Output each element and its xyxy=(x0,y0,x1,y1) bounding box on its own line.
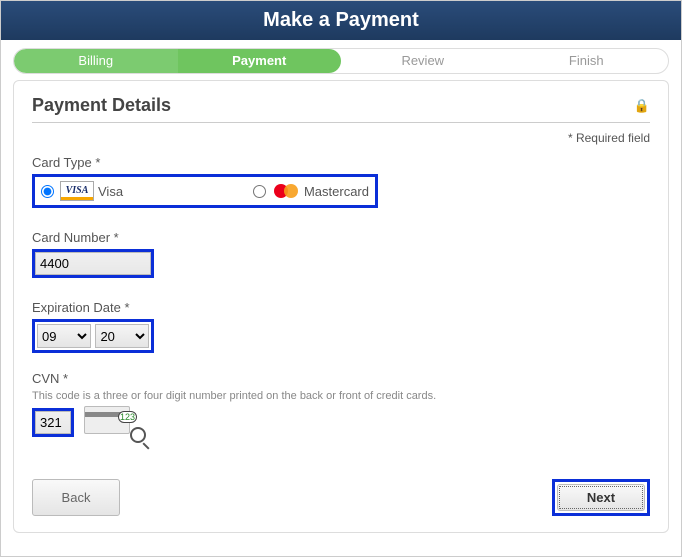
section-title: Payment Details xyxy=(32,95,171,116)
visa-label: Visa xyxy=(98,184,123,199)
back-button[interactable]: Back xyxy=(32,479,120,516)
expiration-date-label: Expiration Date * xyxy=(32,300,650,315)
progress-bar: Billing Payment Review Finish xyxy=(1,40,681,80)
card-type-label: Card Type * xyxy=(32,155,650,170)
cvn-input[interactable] xyxy=(35,411,71,434)
step-finish: Finish xyxy=(505,49,669,73)
expiration-month-select[interactable]: 09 xyxy=(37,324,91,348)
payment-details-card: Payment Details 🔒 * Required field Card … xyxy=(13,80,669,533)
mastercard-logo-icon xyxy=(272,182,300,200)
next-button[interactable]: Next xyxy=(557,484,645,511)
step-review: Review xyxy=(341,49,505,73)
card-type-mastercard-radio[interactable] xyxy=(253,185,266,198)
cvn-help-icon[interactable]: 123 xyxy=(84,406,130,439)
cvn-highlight xyxy=(32,408,74,437)
page-header: Make a Payment xyxy=(1,1,681,40)
card-type-group: VISA Visa Mastercard xyxy=(35,177,375,205)
card-type-highlight: VISA Visa Mastercard xyxy=(32,174,378,208)
card-type-visa-radio[interactable] xyxy=(41,185,54,198)
page-title: Make a Payment xyxy=(263,9,419,31)
card-type-mastercard-option[interactable]: Mastercard xyxy=(253,182,369,200)
magnifier-icon xyxy=(130,427,146,443)
card-type-visa-option[interactable]: VISA Visa xyxy=(41,181,123,201)
lock-icon: 🔒 xyxy=(634,98,650,114)
required-field-note: * Required field xyxy=(32,131,650,145)
cvn-label: CVN * xyxy=(32,371,650,386)
step-payment: Payment xyxy=(178,49,342,73)
expiration-highlight: 09 20 xyxy=(32,319,154,353)
cvn-help-text: This code is a three or four digit numbe… xyxy=(32,390,650,402)
card-number-label: Card Number * xyxy=(32,230,650,245)
mastercard-label: Mastercard xyxy=(304,184,369,199)
step-billing: Billing xyxy=(14,49,178,73)
expiration-year-select[interactable]: 20 xyxy=(95,324,149,348)
visa-logo-icon: VISA xyxy=(60,181,94,201)
card-number-highlight xyxy=(32,249,154,278)
next-button-highlight: Next xyxy=(552,479,650,516)
card-number-input[interactable] xyxy=(35,252,151,275)
